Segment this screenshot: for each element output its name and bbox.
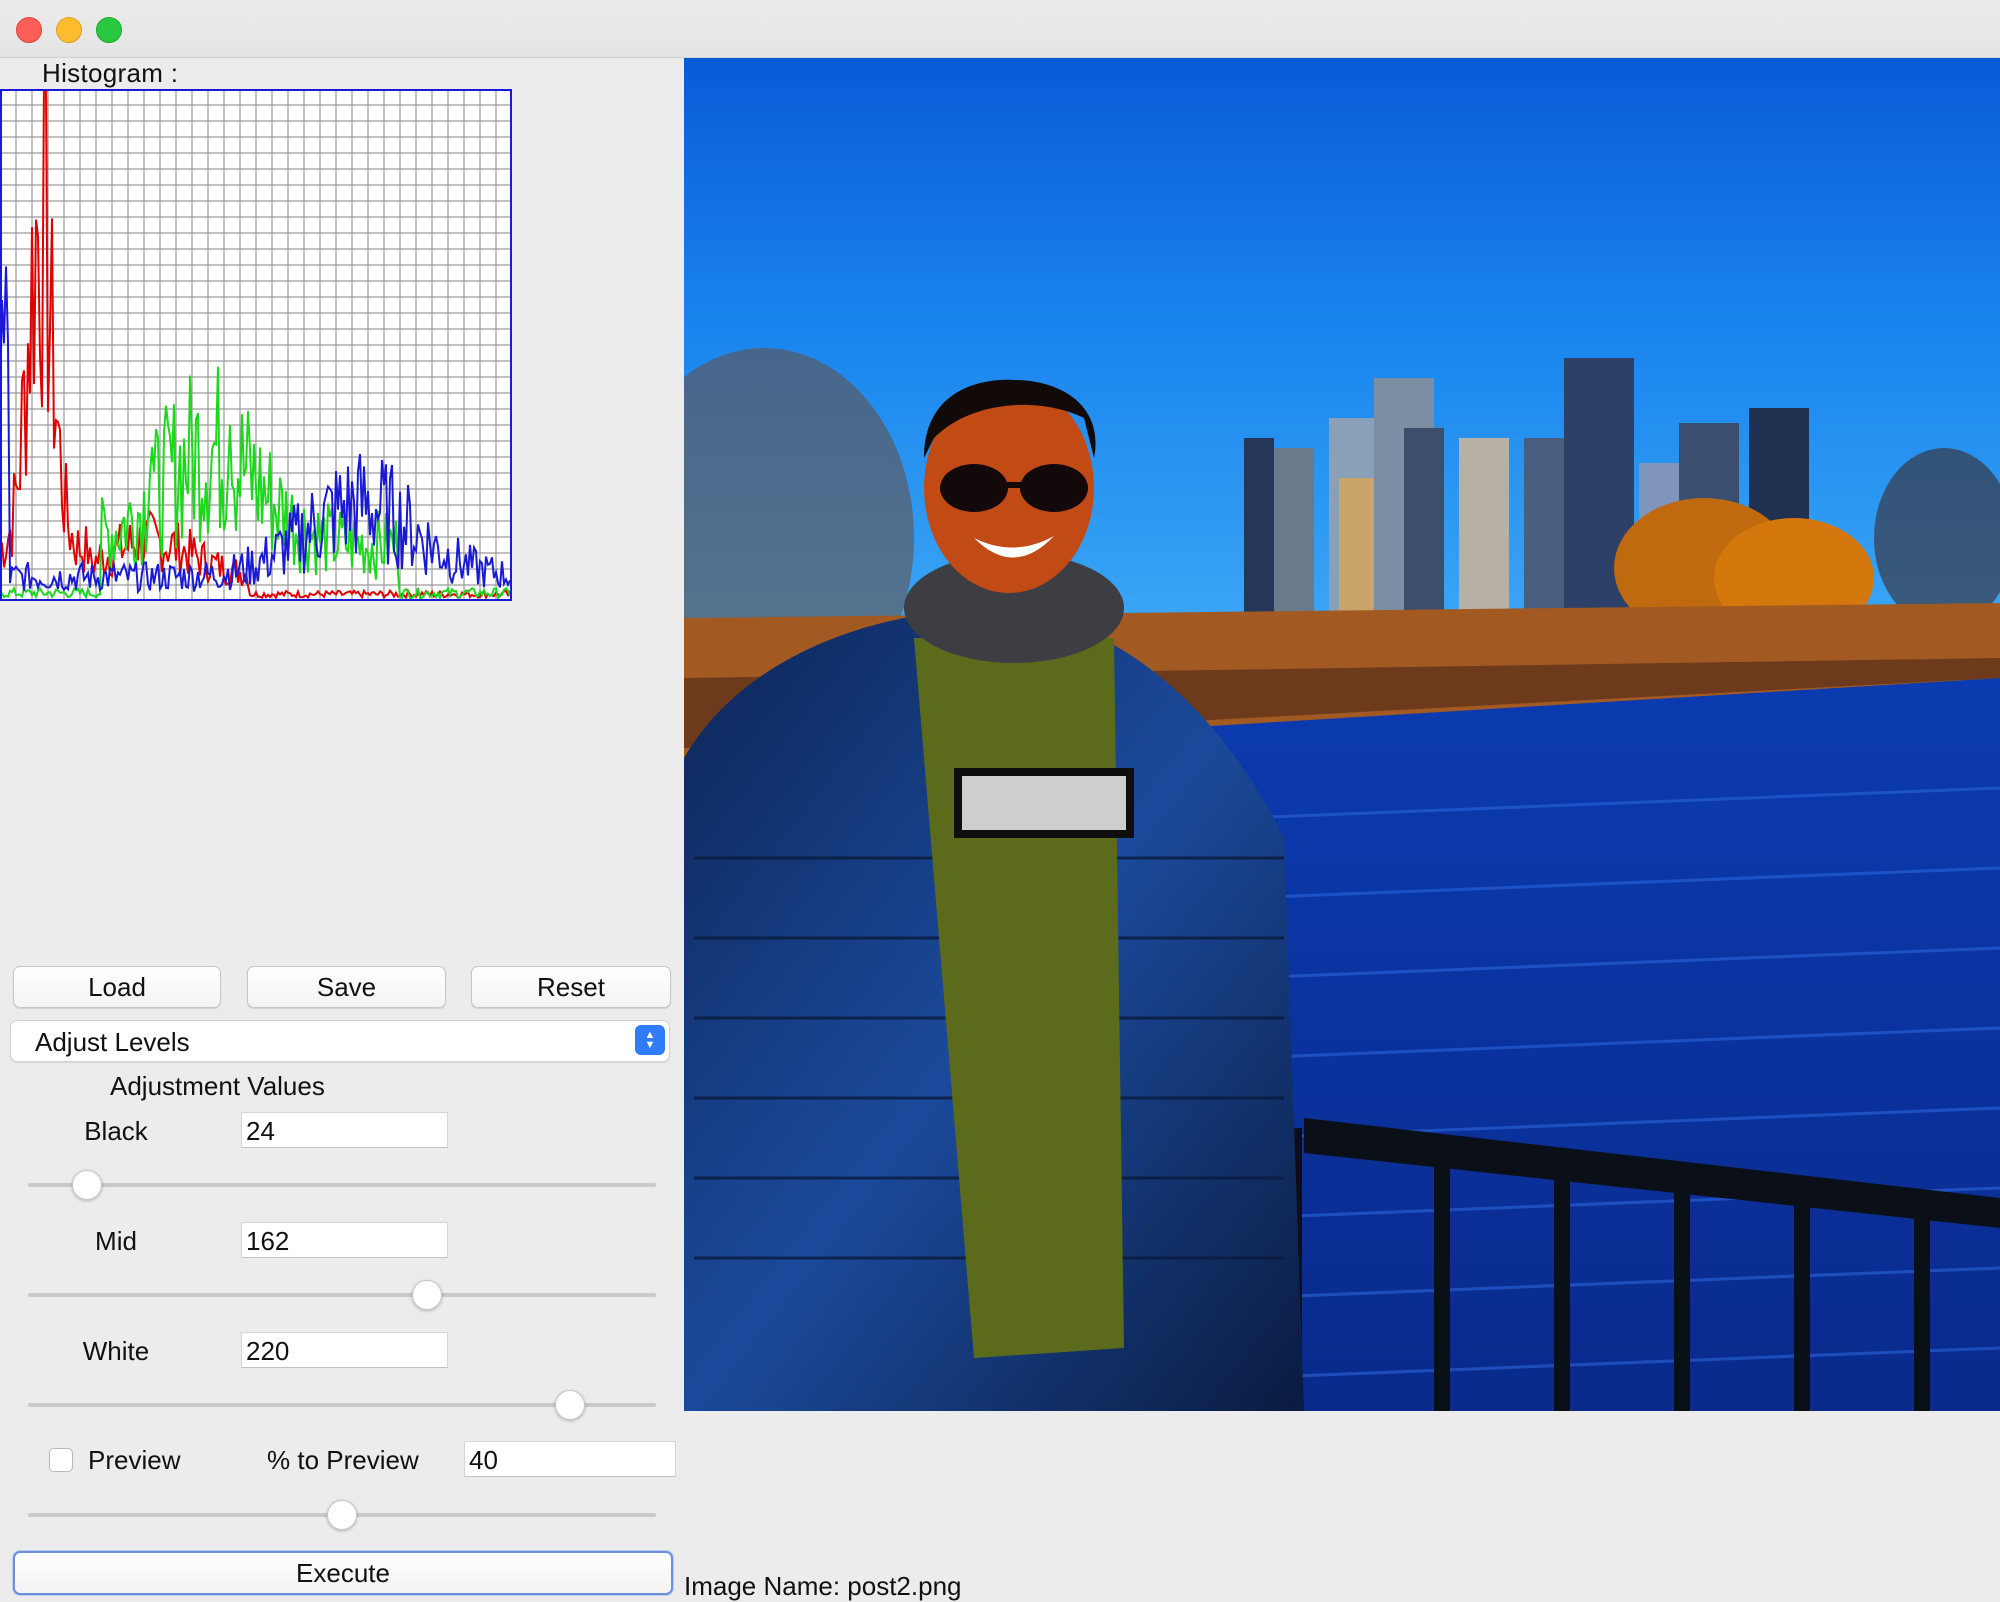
adjustment-values-title: Adjustment Values — [110, 1071, 325, 1101]
slider-track — [28, 1293, 656, 1297]
image-preview — [684, 58, 2000, 1411]
zoom-window-button[interactable] — [96, 17, 122, 43]
mid-label: Mid — [95, 1226, 137, 1256]
percent-to-preview-label: % to Preview — [267, 1445, 419, 1475]
slider-thumb[interactable] — [72, 1170, 103, 1200]
slider-thumb[interactable] — [327, 1500, 357, 1530]
black-label: Black — [84, 1116, 148, 1146]
load-button[interactable]: Load — [13, 966, 221, 1008]
mid-value-field[interactable]: 162 — [241, 1222, 448, 1258]
percent-to-preview-field[interactable]: 40 — [464, 1441, 676, 1477]
mid-slider[interactable] — [28, 1280, 656, 1310]
preview-checkbox[interactable] — [49, 1448, 73, 1472]
reset-button[interactable]: Reset — [471, 966, 671, 1008]
slider-track — [28, 1183, 656, 1187]
preview-percent-slider[interactable] — [28, 1500, 656, 1530]
slider-thumb[interactable] — [554, 1390, 585, 1420]
histogram-graph — [0, 89, 512, 601]
black-slider[interactable] — [28, 1170, 656, 1200]
white-value-field[interactable]: 220 — [241, 1332, 448, 1368]
chevron-up-down-icon: ▲ ▼ — [635, 1025, 665, 1055]
window-title-bar — [0, 0, 2000, 58]
photo-man-by-river — [684, 58, 2000, 1411]
white-slider[interactable] — [28, 1390, 656, 1420]
close-window-button[interactable] — [16, 17, 42, 43]
black-value-field[interactable]: 24 — [241, 1112, 448, 1148]
histogram-chart — [0, 89, 512, 601]
preview-label: Preview — [88, 1445, 181, 1475]
execute-button[interactable]: Execute — [13, 1551, 673, 1595]
slider-thumb[interactable] — [411, 1280, 442, 1310]
histogram-label: Histogram : — [42, 58, 179, 88]
image-name-label: Image Name: post2.png — [684, 1571, 962, 1601]
white-label: White — [82, 1336, 150, 1366]
operation-select-value: Adjust Levels — [35, 1027, 190, 1057]
minimize-window-button[interactable] — [56, 17, 82, 43]
operation-select[interactable]: Adjust Levels ▲ ▼ — [10, 1020, 670, 1062]
save-button[interactable]: Save — [247, 966, 446, 1008]
